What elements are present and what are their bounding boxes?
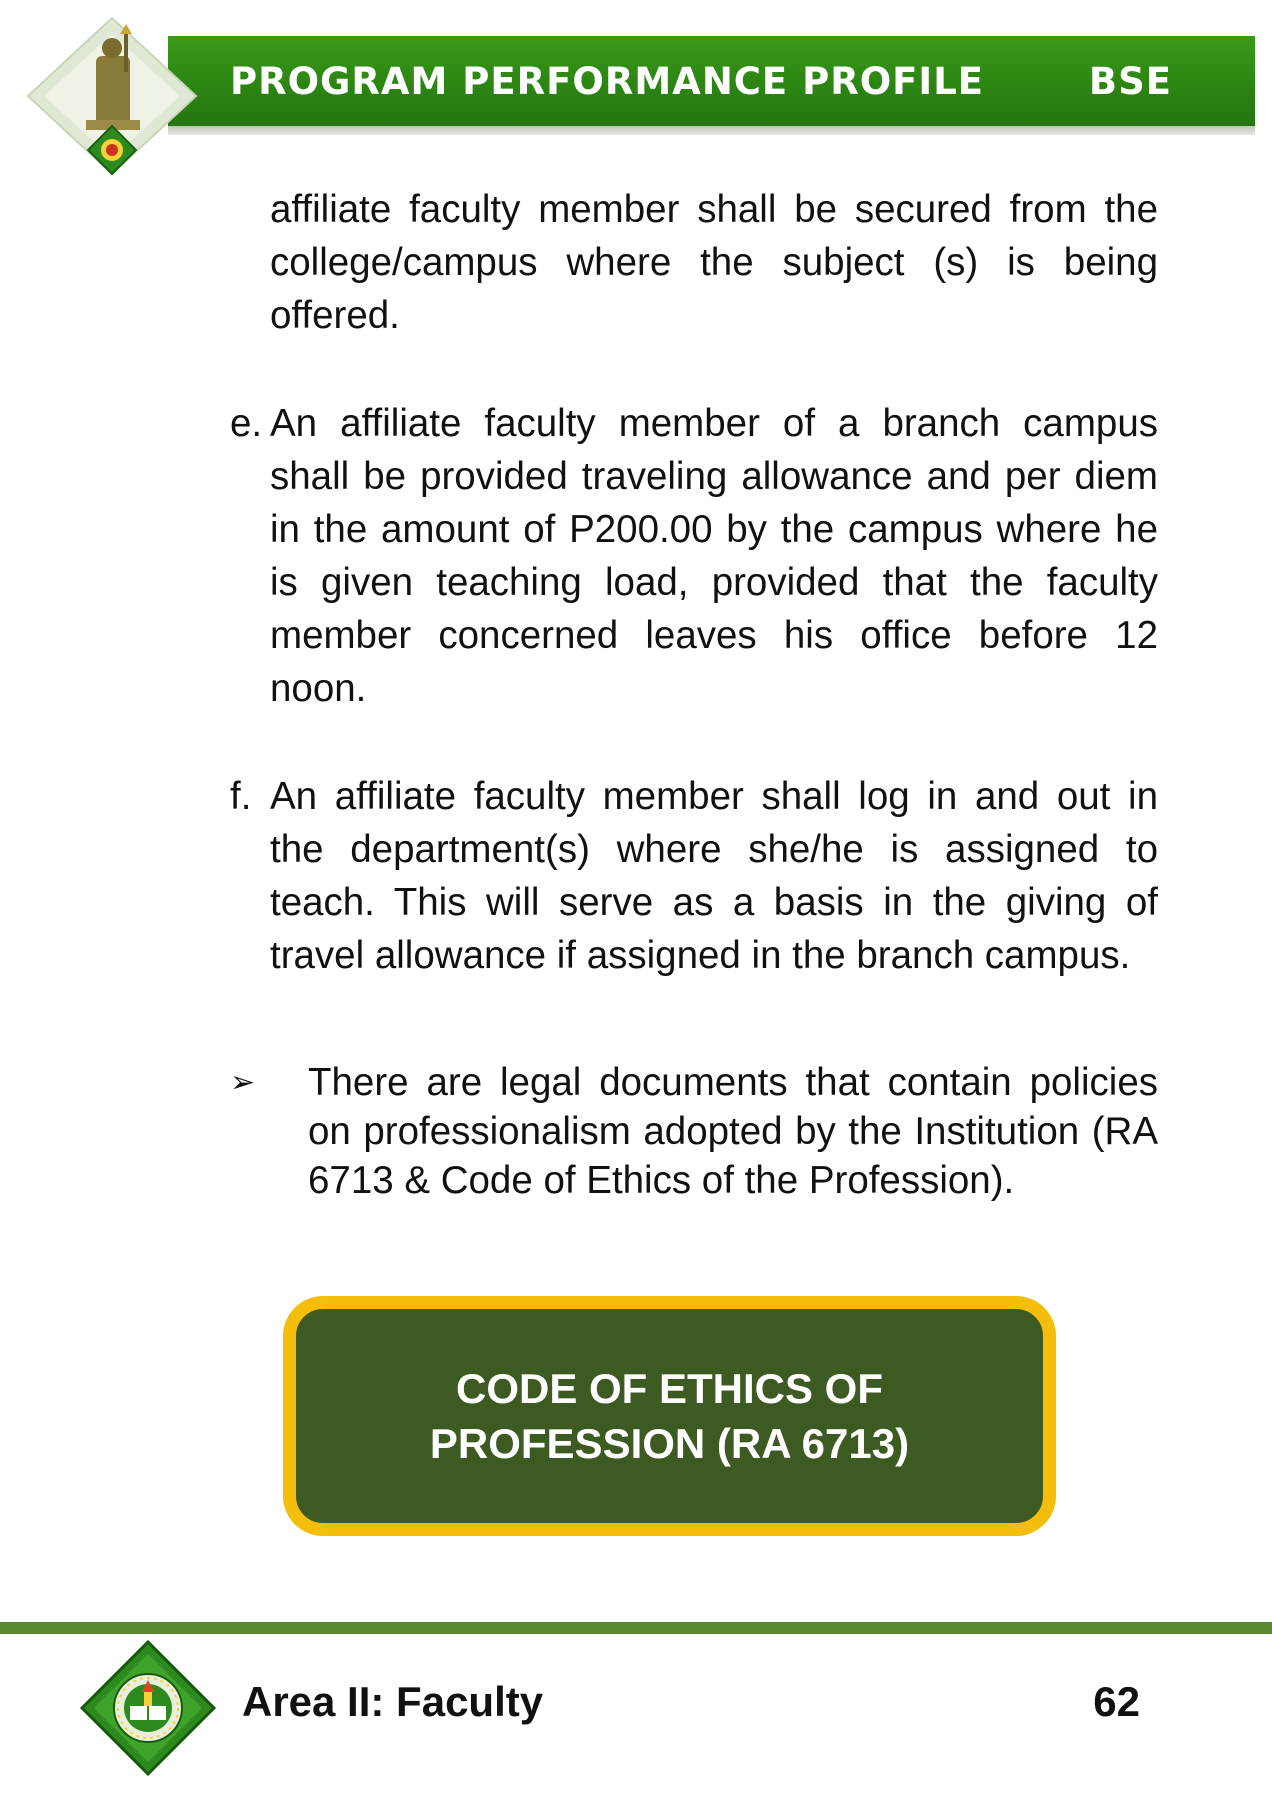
page-title: PROGRAM PERFORMANCE PROFILE (230, 60, 985, 103)
university-statue-emblem-icon (26, 16, 198, 176)
list-marker: e. (230, 402, 263, 445)
list-marker: f. (230, 775, 252, 818)
footer-divider (0, 1622, 1272, 1634)
bullet-text: There are legal documents that contain p… (308, 1061, 1158, 1202)
footer-area-label: Area II: Faculty (242, 1678, 544, 1725)
callout-text: CODE OF ETHICS OF PROFESSION (RA 6713) (430, 1361, 909, 1471)
list-item-text: An affiliate faculty member of a branch … (270, 402, 1158, 710)
arrow-bullet-icon: ➢ (230, 1066, 256, 1099)
university-seal-icon (80, 1640, 216, 1776)
program-code: BSE (1088, 60, 1172, 103)
header-shadow (168, 126, 1255, 135)
page-number: 62 (1093, 1678, 1140, 1725)
callout-line: PROFESSION (RA 6713) (429, 1420, 910, 1467)
list-item-text: An affiliate faculty member shall log in… (270, 775, 1158, 977)
continuation-paragraph: affiliate faculty member shall be secure… (270, 188, 1158, 337)
callout-line: CODE OF ETHICS OF (455, 1365, 883, 1412)
callout-box: CODE OF ETHICS OF PROFESSION (RA 6713) (283, 1296, 1056, 1536)
